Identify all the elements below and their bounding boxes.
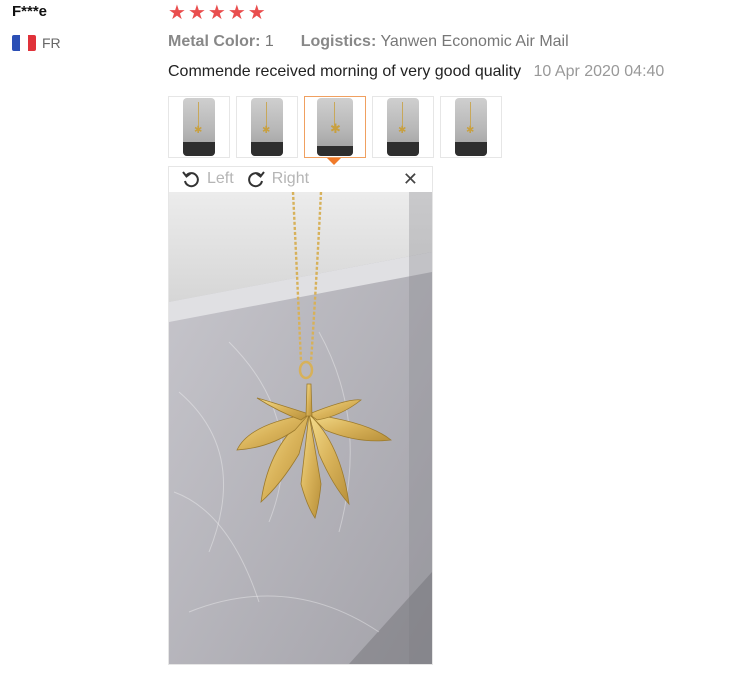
reviewer-name: F***e [12, 3, 48, 20]
rating-stars: ★ ★ ★ ★ ★ [168, 2, 266, 24]
attribute-value: 1 [264, 33, 274, 50]
review-attributes: Metal Color: 1 Logistics: Yanwen Economi… [168, 33, 569, 51]
country-code: FR [42, 35, 61, 51]
rotate-right-button[interactable]: Right [246, 169, 309, 189]
thumbnail-image: ✱ [317, 98, 353, 156]
star-icon: ★ [247, 2, 266, 24]
attribute-label: Logistics: [300, 33, 377, 50]
rotate-left-label: Left [207, 170, 234, 187]
viewer-toolbar: Left Right ✕ [169, 167, 432, 191]
close-icon[interactable]: ✕ [403, 169, 418, 190]
review-thumbnail[interactable]: ✱ [168, 96, 230, 158]
review-item: F***e FR ★ ★ ★ ★ ★ Metal Color: 1 Logist… [0, 0, 731, 677]
review-thumbnail[interactable]: ✱ [372, 96, 434, 158]
image-viewer: Left Right ✕ [168, 166, 433, 665]
review-thumbnail[interactable]: ✱ [440, 96, 502, 158]
review-thumbnail[interactable]: ✱ [236, 96, 298, 158]
active-thumbnail-caret [327, 158, 341, 165]
review-photo [169, 192, 432, 664]
thumbnail-image: ✱ [387, 98, 419, 156]
review-thumbnail-active[interactable]: ✱ [304, 96, 366, 158]
reviewer-country: FR [12, 35, 61, 51]
france-flag-icon [12, 35, 36, 51]
thumbnail-image: ✱ [183, 98, 215, 156]
review-content: Commende received morning of very good q… [168, 63, 664, 81]
star-icon: ★ [168, 2, 186, 24]
rotate-left-button[interactable]: Left [181, 169, 234, 189]
review-date: 10 Apr 2020 04:40 [533, 63, 665, 80]
rotate-right-icon [247, 171, 265, 188]
star-icon: ★ [227, 2, 246, 24]
rotate-right-label: Right [271, 170, 310, 187]
attribute-label: Metal Color: [168, 33, 261, 50]
attribute-value: Yanwen Economic Air Mail [380, 33, 569, 50]
review-thumbnails: ✱ ✱ ✱ ✱ ✱ [168, 96, 502, 158]
star-icon: ★ [187, 2, 206, 24]
thumbnail-image: ✱ [251, 98, 283, 156]
necklace-photo [169, 192, 432, 664]
review-text: Commende received morning of very good q… [168, 63, 522, 80]
rotate-left-icon [182, 171, 199, 188]
star-icon: ★ [207, 2, 226, 24]
thumbnail-image: ✱ [455, 98, 487, 156]
